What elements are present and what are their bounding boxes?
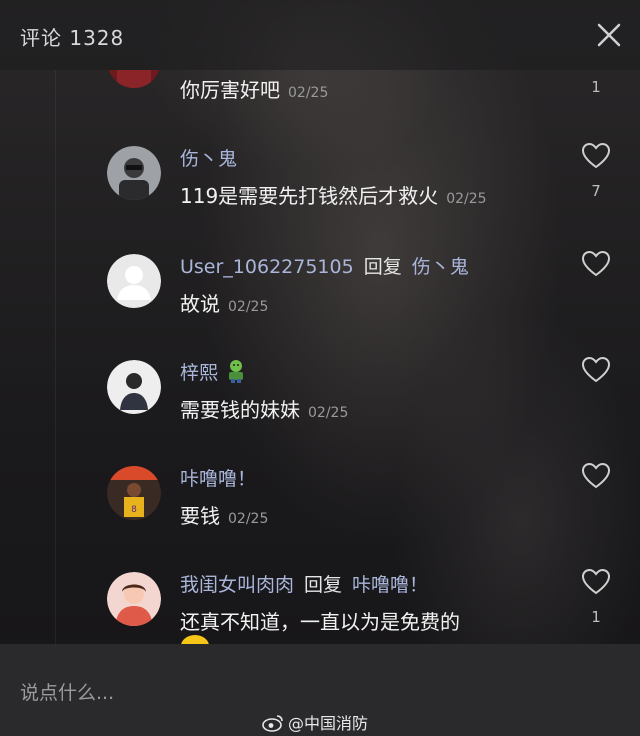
weibo-logo-icon [262, 715, 283, 732]
watermark: @中国消防 [262, 710, 368, 734]
reply-target-username[interactable]: 伤丶鬼 [412, 256, 469, 278]
comment-username[interactable]: 咔噜噜！ [180, 464, 256, 491]
comment-text: 119是需要先打钱然后才救火 02/25 [180, 180, 487, 209]
like-count: 1 [591, 78, 601, 96]
like-count: 7 [591, 182, 601, 200]
comment-body: 故说 [180, 292, 220, 316]
comment-body: 你厉害好吧 [180, 78, 280, 102]
watermark-text: @中国消防 [288, 714, 369, 733]
heart-outline-icon[interactable] [581, 356, 611, 384]
like-count: 1 [591, 608, 601, 626]
comment-username[interactable]: 伤丶鬼 [180, 144, 237, 171]
zombie-emoji-icon [229, 360, 244, 383]
reply-label: 回复 [363, 256, 402, 278]
comment-username[interactable]: 我闺女叫肉肉 [180, 574, 294, 596]
comment-item: 8 咔噜噜！ 要钱 02/25 [0, 462, 640, 562]
comment-item: 梓熙 需要钱的妹妹 02/25 [0, 356, 640, 456]
comment-item: 我闺女叫肉肉 回复 咔噜噜！ 还真不知道，一直以为是免费的 1 [0, 568, 640, 644]
comment-text: 你厉害好吧 02/25 [180, 74, 328, 103]
comment-text: 需要钱的妹妹 02/25 [180, 394, 348, 423]
comments-title: 评论 1328 [20, 26, 125, 50]
reply-target-username[interactable]: 咔噜噜！ [352, 574, 428, 596]
comment-username-line: 梓熙 [180, 358, 248, 385]
avatar[interactable] [107, 360, 161, 414]
comment-username[interactable]: User_1062275105 [180, 256, 354, 278]
comment-date: 02/25 [228, 299, 269, 315]
comment-body: 需要钱的妹妹 [180, 398, 300, 422]
comment-text: 还真不知道，一直以为是免费的 [180, 606, 468, 635]
comment-body: 还真不知道，一直以为是免费的 [180, 610, 460, 634]
comment-list[interactable]: 你厉害好吧 02/25 1 伤丶鬼 119是需要先打钱然后才救火 02/25 7 U… [0, 70, 640, 644]
comment-item: 你厉害好吧 02/25 1 [0, 70, 640, 140]
avatar[interactable] [107, 572, 161, 626]
heart-outline-icon[interactable] [581, 142, 611, 170]
comments-header: 评论 1328 [0, 0, 640, 70]
heart-outline-icon[interactable] [581, 568, 611, 596]
avatar[interactable]: 8 [107, 466, 161, 520]
comment-date: 02/25 [288, 85, 329, 101]
avatar[interactable] [107, 70, 161, 88]
comment-text: 要钱 02/25 [180, 500, 268, 529]
reply-label: 回复 [304, 574, 343, 596]
comment-date: 02/25 [446, 191, 487, 207]
comment-input[interactable]: 说点什么... [20, 678, 440, 705]
avatar[interactable] [107, 254, 161, 308]
comment-username-line: 我闺女叫肉肉 回复 咔噜噜！ [180, 570, 428, 597]
close-icon[interactable] [592, 18, 626, 52]
comment-date: 02/25 [228, 511, 269, 527]
heart-outline-icon[interactable] [581, 462, 611, 490]
avatar[interactable] [107, 146, 161, 200]
comment-item: User_1062275105 回复 伤丶鬼 故说 02/25 [0, 250, 640, 350]
comment-text: 故说 02/25 [180, 288, 268, 317]
heart-outline-icon[interactable] [581, 250, 611, 278]
comment-username-line: User_1062275105 回复 伤丶鬼 [180, 252, 469, 279]
comment-body: 要钱 [180, 504, 220, 528]
comment-date: 02/25 [308, 405, 349, 421]
comment-username[interactable]: 梓熙 [180, 362, 218, 384]
emoji-partial-icon [181, 635, 209, 644]
svg-text:8: 8 [131, 505, 137, 515]
comment-body: 119是需要先打钱然后才救火 [180, 184, 439, 208]
comment-item: 伤丶鬼 119是需要先打钱然后才救火 02/25 7 [0, 142, 640, 242]
